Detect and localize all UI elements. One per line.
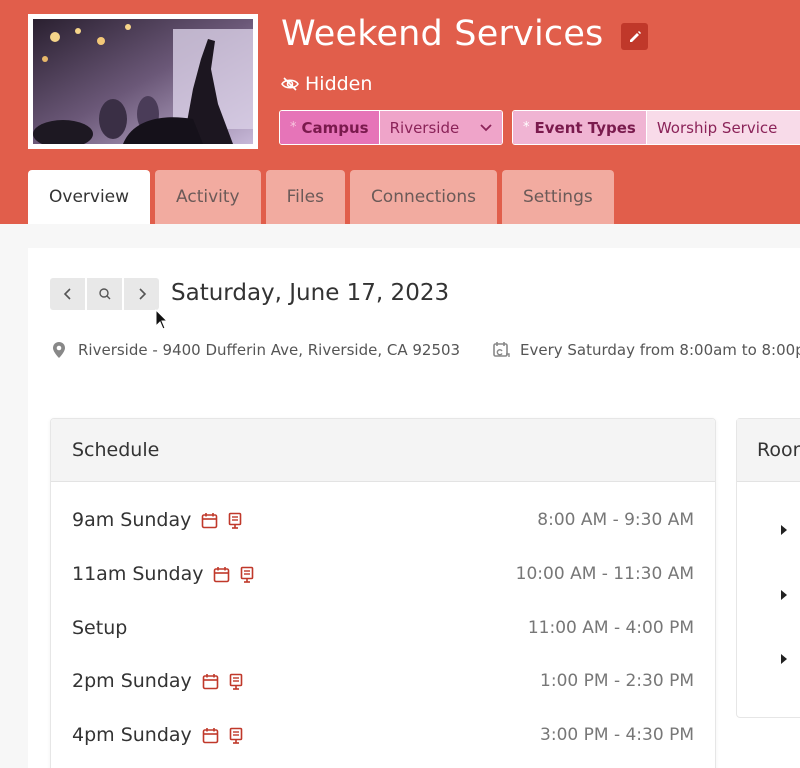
recurrence-text: Every Saturday from 8:00am to 8:00p <box>520 341 800 359</box>
eye-slash-icon <box>281 77 299 91</box>
campus-value: Riverside <box>389 118 460 137</box>
schedule-item-time: 10:00 AM - 11:30 AM <box>515 564 694 584</box>
schedule-row[interactable]: 2pm Sunday 1:00 PM - 2:30 PM <box>72 666 694 696</box>
location-text: Riverside - 9400 Dufferin Ave, Riverside… <box>78 341 461 359</box>
calendar-repeat-icon <box>492 341 510 359</box>
schedule-row[interactable]: Setup 11:00 AM - 4:00 PM <box>72 613 694 643</box>
edit-title-button[interactable] <box>621 23 648 50</box>
chevron-left-icon <box>63 288 71 300</box>
tab-overview[interactable]: Overview <box>28 170 151 224</box>
previous-date-button[interactable] <box>50 278 85 310</box>
schedule-item-time: 1:00 PM - 2:30 PM <box>540 671 694 691</box>
schedule-item-time: 8:00 AM - 9:30 AM <box>537 510 694 530</box>
current-date: Saturday, June 17, 2023 <box>171 280 450 306</box>
required-marker: * <box>523 120 530 135</box>
expand-caret-icon[interactable] <box>781 590 787 600</box>
presentation-icon <box>229 727 243 744</box>
event-location: Riverside - 9400 Dufferin Ave, Riverside… <box>52 341 460 359</box>
visibility-status[interactable]: Hidden <box>281 73 372 95</box>
chevron-down-icon <box>480 123 492 131</box>
chevron-right-icon <box>138 288 146 300</box>
search-date-button[interactable] <box>87 278 122 310</box>
schedule-item-name: 2pm Sunday <box>72 670 192 692</box>
presentation-icon <box>229 673 243 690</box>
tab-connections[interactable]: Connections <box>349 170 497 224</box>
schedule-row[interactable]: 9am Sunday 8:00 AM - 9:30 AM <box>72 505 694 535</box>
schedule-title: Schedule <box>51 419 715 482</box>
expand-caret-icon[interactable] <box>781 525 787 535</box>
schedule-item-time: 3:00 PM - 4:30 PM <box>540 725 694 745</box>
tab-activity[interactable]: Activity <box>155 170 261 224</box>
tab-files[interactable]: Files <box>265 170 345 224</box>
next-date-button[interactable] <box>124 278 159 310</box>
required-marker: * <box>290 120 297 135</box>
schedule-panel: Schedule 9am Sunday 8:00 AM - 9:30 AM 11… <box>50 418 716 768</box>
pencil-icon <box>629 30 641 42</box>
presentation-icon <box>228 512 242 529</box>
campus-tag[interactable]: * Campus Riverside <box>279 110 503 145</box>
schedule-item-name: 11am Sunday <box>72 563 204 585</box>
mouse-cursor-icon <box>155 308 169 335</box>
calendar-icon <box>201 512 218 529</box>
rooms-title: Rooms <box>737 419 800 482</box>
event-types-tag[interactable]: * Event Types Worship Service <box>512 110 800 145</box>
rooms-panel: Rooms <box>736 418 800 718</box>
tab-settings[interactable]: Settings <box>501 170 614 224</box>
map-pin-icon <box>52 341 66 359</box>
tab-bar: Overview Activity Files Connections Sett… <box>28 170 619 224</box>
calendar-icon <box>202 673 219 690</box>
expand-caret-icon[interactable] <box>781 654 787 664</box>
schedule-item-name: 4pm Sunday <box>72 724 192 746</box>
calendar-icon <box>202 727 219 744</box>
event-header: Weekend Services Hidden * Campus Riversi… <box>0 0 800 224</box>
event-title: Weekend Services <box>281 14 604 54</box>
calendar-icon <box>213 566 230 583</box>
schedule-row[interactable]: 11am Sunday 10:00 AM - 11:30 AM <box>72 559 694 589</box>
worship-photo-image <box>33 19 253 144</box>
campus-select[interactable]: Riverside <box>378 111 502 144</box>
schedule-row[interactable]: 4pm Sunday 3:00 PM - 4:30 PM <box>72 720 694 750</box>
presentation-icon <box>240 566 254 583</box>
campus-label: Campus <box>301 118 369 137</box>
schedule-item-time: 11:00 AM - 4:00 PM <box>527 618 694 638</box>
event-types-value[interactable]: Worship Service <box>645 111 800 144</box>
visibility-label: Hidden <box>305 73 373 95</box>
search-icon <box>98 288 110 300</box>
event-types-label: Event Types <box>534 118 636 137</box>
event-thumbnail[interactable] <box>28 14 258 149</box>
event-recurrence: Every Saturday from 8:00am to 8:00p <box>492 341 800 359</box>
schedule-item-name: 9am Sunday <box>72 509 192 531</box>
date-navigation <box>50 278 161 310</box>
schedule-item-name: Setup <box>72 617 128 639</box>
